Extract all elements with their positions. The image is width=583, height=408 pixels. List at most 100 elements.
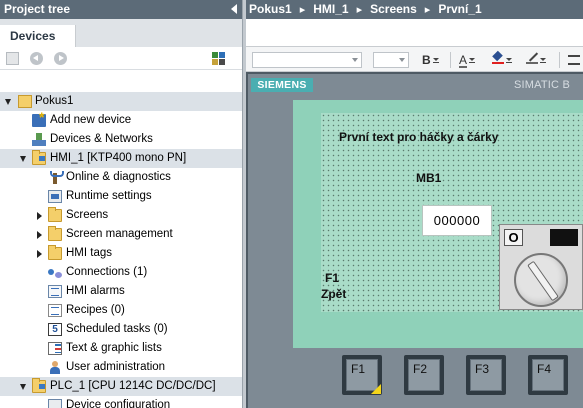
project-tree-title: Project tree <box>4 2 71 16</box>
tree-item-hmi-alarms[interactable]: HMI alarms <box>0 282 242 301</box>
chevron-down-icon <box>399 58 405 62</box>
tree-item-connections[interactable]: Connections (1) <box>0 263 242 282</box>
tree-item-text-graphic-lists[interactable]: Text & graphic lists <box>0 339 242 358</box>
tree-item-label: User administration <box>66 361 166 373</box>
tree-item-hmi[interactable]: HMI_1 [KTP400 mono PN] <box>0 149 242 168</box>
toolbar-separator <box>559 52 560 68</box>
expand-arrow-icon[interactable] <box>5 99 11 105</box>
function-key-f1[interactable]: F1 <box>342 355 382 395</box>
tree-item-project[interactable]: Pokus1 <box>0 92 242 111</box>
tree-spacer <box>0 70 242 92</box>
breadcrumb-hmi[interactable]: HMI_1 <box>313 0 348 19</box>
tree-item-label: Scheduled tasks (0) <box>66 323 168 335</box>
hmi-panel: SIEMENS SIMATIC B První text pro háčky a… <box>248 74 583 408</box>
dropdown-arrow-icon <box>506 57 512 63</box>
hmi-device-frame: SIEMENS SIMATIC B První text pro háčky a… <box>246 72 583 408</box>
expand-arrow-icon[interactable] <box>37 250 42 258</box>
hmi-screen[interactable]: První text pro háčky a čárky MB1 F1 Zpět… <box>293 100 583 348</box>
tree-item-label: Online & diagnostics <box>66 171 171 183</box>
breadcrumb-project[interactable]: Pokus1 <box>249 0 292 19</box>
toolbar-separator <box>450 52 451 68</box>
tree-item-screen-management[interactable]: Screen management <box>0 225 242 244</box>
tree-item-recipes[interactable]: Recipes (0) <box>0 301 242 320</box>
expand-arrow-icon[interactable] <box>20 156 26 162</box>
tree-item-label: Recipes (0) <box>66 304 125 316</box>
font-size-select[interactable] <box>373 52 409 68</box>
expand-arrow-icon[interactable] <box>37 212 42 220</box>
tree-item-devices-networks[interactable]: Devices & Networks <box>0 130 242 149</box>
model-label: SIMATIC B <box>514 79 570 91</box>
folder-icon <box>48 226 62 241</box>
line-color-icon <box>526 52 538 64</box>
breadcrumb-screens[interactable]: Screens <box>370 0 417 19</box>
breadcrumb-separator: ▸ <box>299 4 306 16</box>
font-color-button[interactable]: A <box>459 51 476 69</box>
function-key-face: F3 <box>470 359 502 391</box>
tree-item-screens[interactable]: Screens <box>0 206 242 225</box>
dropdown-arrow-icon <box>540 57 546 63</box>
breadcrumb-separator: ▸ <box>424 4 431 16</box>
tree-item-plc[interactable]: PLC_1 [CPU 1214C DC/DC/DC] <box>0 377 242 396</box>
new-item-icon[interactable] <box>6 52 19 65</box>
editor-toolbar-area <box>246 19 583 46</box>
tree-item-scheduled-tasks[interactable]: 5 Scheduled tasks (0) <box>0 320 242 339</box>
tree-item-label: Add new device <box>50 114 132 126</box>
format-toolbar: B A <box>246 46 583 72</box>
fkey-label-text[interactable]: F1 <box>325 271 339 285</box>
function-key-face: F2 <box>408 359 440 391</box>
fill-color-icon <box>492 52 504 64</box>
device-folder-icon <box>32 378 46 393</box>
siemens-logo: SIEMENS <box>251 78 313 92</box>
screen-title-text[interactable]: První text pro háčky a čárky <box>339 130 498 144</box>
runtime-settings-icon <box>48 190 62 203</box>
back-icon[interactable] <box>30 52 43 65</box>
tab-devices[interactable]: Devices <box>0 25 76 47</box>
tree-item-online-diagnostics[interactable]: Online & diagnostics <box>0 168 242 187</box>
tree-item-user-administration[interactable]: User administration <box>0 358 242 377</box>
folder-icon <box>48 245 62 260</box>
fill-color-button[interactable] <box>492 51 512 69</box>
selector-switch[interactable]: O <box>499 224 583 310</box>
function-key-f4[interactable]: F4 <box>528 355 568 395</box>
tree-item-hmi-tags[interactable]: HMI tags <box>0 244 242 263</box>
function-key-f2[interactable]: F2 <box>404 355 444 395</box>
bold-button[interactable]: B <box>422 51 439 69</box>
font-family-select[interactable] <box>252 52 362 68</box>
alarms-icon <box>48 285 62 298</box>
device-config-icon <box>48 399 62 408</box>
tree-item-label: Runtime settings <box>66 190 152 202</box>
breadcrumb: Pokus1 ▸ HMI_1 ▸ Screens ▸ První_1 <box>246 0 583 19</box>
folder-icon <box>48 207 62 222</box>
fkey-description-text[interactable]: Zpět <box>321 287 346 301</box>
tree-item-device-configuration[interactable]: Device configuration <box>0 396 242 408</box>
screen-editor: Pokus1 ▸ HMI_1 ▸ Screens ▸ První_1 B A SIEMENS… <box>246 0 583 408</box>
bold-label: B <box>422 53 431 67</box>
function-key-face: F4 <box>532 359 564 391</box>
diagnostics-icon <box>48 171 64 184</box>
add-device-icon <box>32 108 46 127</box>
expand-arrow-icon[interactable] <box>20 384 26 390</box>
overview-icon[interactable] <box>212 52 225 65</box>
assigned-indicator-icon <box>371 384 381 394</box>
connections-icon <box>48 266 62 279</box>
network-icon <box>32 133 46 146</box>
project-icon <box>18 95 32 108</box>
collapse-left-icon[interactable] <box>231 4 237 14</box>
dropdown-arrow-icon <box>432 57 439 63</box>
breadcrumb-screen[interactable]: První_1 <box>438 0 481 19</box>
tree-item-add-new-device[interactable]: Add new device <box>0 108 242 130</box>
project-tree-panel: Project tree Devices Pokus1 Add new devi… <box>0 0 242 408</box>
tree-item-runtime-settings[interactable]: Runtime settings <box>0 187 242 206</box>
breadcrumb-separator: ▸ <box>356 4 363 16</box>
forward-icon[interactable] <box>54 52 67 65</box>
function-key-f3[interactable]: F3 <box>466 355 506 395</box>
project-tree: Pokus1 Add new device Devices & Networks… <box>0 92 242 408</box>
tree-item-label: PLC_1 [CPU 1214C DC/DC/DC] <box>50 380 216 392</box>
line-color-button[interactable] <box>526 51 546 69</box>
device-folder-icon <box>32 150 46 165</box>
line-style-icon[interactable] <box>568 55 580 65</box>
expand-arrow-icon[interactable] <box>37 231 42 239</box>
rotary-knob-icon[interactable] <box>514 253 568 307</box>
io-field-label[interactable]: MB1 <box>416 171 441 185</box>
io-field[interactable]: 000000 <box>422 205 492 236</box>
